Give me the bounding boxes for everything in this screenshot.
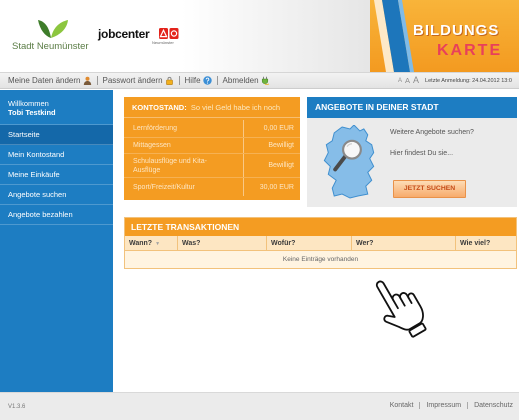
offers-hint: Hier findest Du sie...: [390, 150, 454, 157]
user-icon: [83, 76, 91, 85]
transactions-empty-message: Keine Einträge vorhanden: [282, 256, 359, 263]
change-password-link[interactable]: Passwort ändern: [103, 76, 174, 85]
last-login-text: Letzte Anmeldung: 24.04.2012 13:0: [425, 77, 512, 84]
nav-right-info: A A A Letzte Anmeldung: 24.04.2012 13:0: [398, 73, 519, 88]
font-size-large-button[interactable]: A: [413, 76, 419, 85]
balance-row: Sport/Freizeit/Kultur 30,00 EUR: [124, 178, 300, 196]
logout-link[interactable]: Abmelden: [223, 76, 270, 85]
sidebar: Willkommen Tobi Testkind Startseite Mein…: [0, 90, 113, 392]
balance-row-label: Mittagessen: [124, 138, 244, 153]
balance-list: Lernförderung 0,00 EUR Mittagessen Bewil…: [124, 120, 300, 196]
sidebar-item-angebote-bezahlen[interactable]: Angebote bezahlen: [0, 205, 113, 225]
jobcenter-emblem-icon: [159, 28, 179, 39]
column-header-when[interactable]: Wann? ▼: [125, 236, 178, 250]
city-logo-text: Stadt Neumünster: [12, 41, 89, 52]
balance-header: KONTOSTAND: So viel Geld habe ich noch: [124, 97, 300, 118]
balance-row: Mittagessen Bewilligt: [124, 138, 300, 154]
welcome-block: Willkommen Tobi Testkind: [0, 90, 113, 125]
brand-title-line1: BILDUNGS: [413, 22, 500, 39]
version-label: V1.3.6: [8, 404, 26, 410]
balance-row-value: Bewilligt: [268, 142, 294, 149]
sidebar-item-einkaeufe[interactable]: Meine Einkäufe: [0, 165, 113, 185]
imprint-link[interactable]: Impressum: [419, 402, 461, 409]
balance-title: KONTOSTAND:: [132, 103, 187, 112]
balance-row-value: 30,00 EUR: [259, 183, 294, 191]
nav-separator: [216, 76, 218, 85]
search-now-button[interactable]: JETZT SUCHEN: [393, 180, 466, 198]
help-label: Hilfe: [184, 76, 201, 85]
help-icon: [202, 76, 212, 85]
balance-panel: KONTOSTAND: So viel Geld habe ich noch L…: [124, 97, 300, 200]
balance-row-value: Bewilligt: [268, 162, 294, 169]
sidebar-item-angebote-suchen[interactable]: Angebote suchen: [0, 185, 113, 205]
balance-subtitle: So viel Geld habe ich noch: [190, 103, 281, 112]
app-window: Stadt Neumünster jobcenter Neumünster BI…: [0, 0, 519, 420]
privacy-link[interactable]: Datenschutz: [467, 402, 513, 409]
brand-title-line2: KARTE: [437, 42, 503, 59]
font-size-small-button[interactable]: A: [398, 78, 402, 84]
edit-profile-label: Meine Daten ändern: [8, 76, 81, 85]
column-header-what[interactable]: Was?: [178, 236, 267, 250]
contact-link[interactable]: Kontakt: [390, 402, 414, 409]
welcome-label: Willkommen: [8, 99, 49, 108]
city-logo[interactable]: Stadt Neumünster: [8, 16, 98, 54]
account-menu: Meine Daten ändern Passwort ändern Hilfe: [8, 73, 270, 88]
logout-icon: [261, 76, 269, 85]
lock-icon: [165, 76, 173, 85]
balance-row-label: Sport/Freizeit/Kultur: [124, 178, 244, 196]
top-navigation: Meine Daten ändern Passwort ändern Hilfe: [0, 72, 519, 89]
jobcenter-logo-text: jobcenter: [98, 27, 150, 41]
balance-row-value: 0,00 EUR: [263, 125, 294, 132]
sidebar-item-kontostand[interactable]: Mein Kontostand: [0, 145, 113, 165]
offers-title: ANGEBOTE IN DEINER STADT: [307, 97, 517, 118]
sidebar-item-startseite[interactable]: Startseite: [0, 125, 113, 145]
column-header-when-label: Wann?: [129, 240, 153, 247]
offers-question: Weitere Angebote suchen?: [390, 129, 474, 136]
nav-separator: [96, 76, 98, 85]
help-link[interactable]: Hilfe: [185, 76, 212, 85]
balance-row: Schulausflüge und Kita-Ausflüge Bewillig…: [124, 154, 300, 178]
column-header-who[interactable]: Wer?: [352, 236, 456, 250]
header: Stadt Neumünster jobcenter Neumünster BI…: [0, 0, 519, 72]
offers-panel: ANGEBOTE IN DEINER STADT Weitere Angebot…: [307, 97, 517, 207]
transactions-title: LETZTE TRANSAKTIONEN: [125, 218, 516, 236]
column-header-purpose[interactable]: Wofür?: [267, 236, 352, 250]
font-size-medium-button[interactable]: A: [405, 77, 410, 85]
user-name: Tobi Testkind: [8, 108, 56, 117]
edit-profile-link[interactable]: Meine Daten ändern: [8, 76, 92, 85]
column-header-amount[interactable]: Wie viel?: [456, 236, 516, 250]
balance-row-label: Lernförderung: [124, 120, 244, 137]
bildungskarte-banner: BILDUNGS KARTE: [370, 0, 519, 72]
jobcenter-logo[interactable]: jobcenter Neumünster: [98, 24, 182, 50]
balance-row: Lernförderung 0,00 EUR: [124, 120, 300, 138]
transactions-table-header: Wann? ▼ Was? Wofür? Wer? Wie viel?: [125, 236, 516, 251]
hand-cursor-icon: [375, 280, 427, 338]
footer: V1.3.6 Kontakt Impressum Datenschutz: [0, 392, 519, 420]
logout-label: Abmelden: [222, 76, 259, 85]
footer-links: Kontakt Impressum Datenschutz: [390, 402, 513, 409]
transactions-panel: LETZTE TRANSAKTIONEN Wann? ▼ Was? Wofür? …: [124, 217, 517, 269]
leaf-logo-icon: [38, 20, 68, 38]
balance-row-label: Schulausflüge und Kita-Ausflüge: [124, 154, 244, 177]
nav-separator: [178, 76, 180, 85]
change-password-label: Passwort ändern: [102, 76, 163, 85]
germany-map-icon: [323, 125, 375, 199]
jobcenter-subtitle: Neumünster: [152, 40, 174, 45]
sort-indicator-icon: ▼: [155, 241, 161, 247]
